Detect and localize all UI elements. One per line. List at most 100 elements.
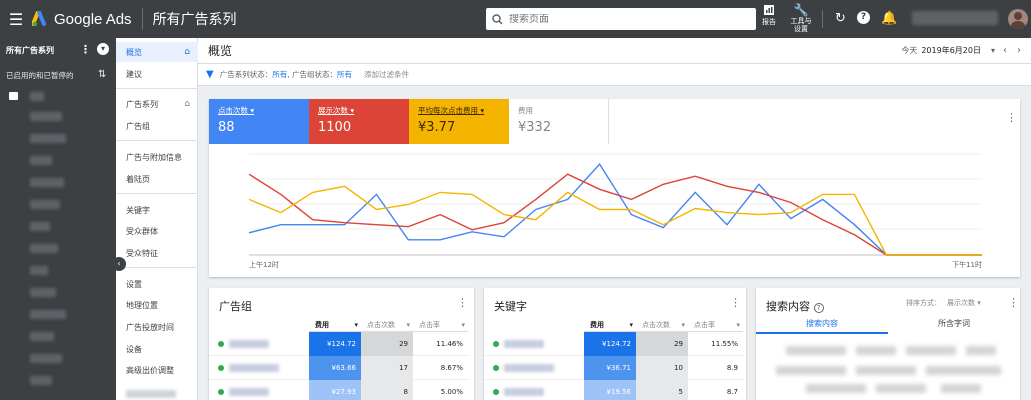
chevron-left-icon[interactable]: ‹	[1003, 45, 1007, 56]
filter-campaign-status[interactable]: 广告系列状态：所有, 广告组状态：所有	[220, 69, 352, 80]
search-term-item[interactable]	[966, 346, 996, 355]
chevron-down-icon: ▾	[461, 320, 465, 329]
list-item[interactable]	[30, 200, 60, 209]
overview-header: 概览 今天 2019年6月20日 ▾ ‹ ›	[198, 38, 1031, 64]
column-header[interactable]: 点击率 ▾	[688, 318, 743, 332]
list-item[interactable]	[30, 376, 52, 385]
tab-word-contains[interactable]: 所含字词	[888, 316, 1020, 334]
search-term-item[interactable]	[856, 346, 896, 355]
list-item[interactable]	[30, 266, 48, 275]
reports-button[interactable]: 报告	[762, 4, 776, 26]
list-item[interactable]	[30, 134, 66, 143]
account-filter[interactable]: 已启用的和已暂停的 ⇅	[0, 62, 116, 88]
status-dot	[218, 365, 224, 371]
tools-settings-button[interactable]: 🔧 工具与设置	[788, 4, 814, 34]
nav-item-cutoff[interactable]	[126, 390, 176, 398]
table-row[interactable]: ¥36.71 10 8.9	[484, 356, 744, 380]
search-term-item[interactable]	[806, 384, 866, 393]
account-panel-header[interactable]: 所有广告系列 ⋮ ▾	[0, 38, 116, 62]
metric-cost[interactable]: 费用 ¥332	[509, 99, 609, 144]
list-item[interactable]	[30, 222, 50, 231]
table-row[interactable]: ¥124.72 29 11.46%	[209, 332, 469, 356]
search-term-item[interactable]	[876, 384, 926, 393]
account-info[interactable]	[912, 11, 998, 25]
nav-item-recommendations[interactable]: 建议	[116, 64, 198, 84]
notifications-icon[interactable]: 🔔	[881, 11, 897, 26]
series-line-2[interactable]	[248, 185, 982, 256]
search-term-item[interactable]	[776, 366, 846, 375]
nav-item-overview[interactable]: 概览 ⌂	[116, 42, 198, 62]
row-name[interactable]	[229, 364, 279, 372]
row-name[interactable]	[229, 340, 269, 348]
nav-item-audiences[interactable]: 受众群体	[116, 221, 198, 241]
list-item[interactable]	[30, 354, 62, 363]
list-item[interactable]	[30, 244, 58, 253]
home-icon: ⌂	[184, 47, 190, 57]
column-header[interactable]: 点击次数 ▾	[361, 318, 413, 332]
search-term-item[interactable]	[941, 384, 981, 393]
nav-item-campaigns[interactable]: 广告系列 ⌂	[116, 94, 198, 114]
search-input[interactable]	[509, 13, 739, 25]
filter-bar[interactable]: ▼ 广告系列状态：所有, 广告组状态：所有 添加过滤条件	[198, 64, 1031, 86]
sort-icon[interactable]: ⇅	[98, 69, 106, 80]
table-row[interactable]: ¥19.56 5 8.7	[484, 380, 744, 400]
column-header[interactable]: 点击次数 ▾	[636, 318, 688, 332]
more-vert-icon[interactable]: ⋮	[80, 43, 91, 56]
list-item[interactable]	[30, 156, 52, 165]
column-header[interactable]: 费用 ▾	[309, 318, 361, 332]
chevron-down-icon[interactable]: ▾	[991, 46, 995, 55]
list-item[interactable]	[30, 310, 66, 319]
search-term-item[interactable]	[926, 366, 1001, 375]
menu-icon[interactable]: ☰	[0, 10, 32, 29]
sort-control[interactable]: 排序方式： 展示次数 ▾	[906, 298, 981, 308]
list-item[interactable]	[30, 112, 62, 121]
table-row[interactable]: ¥63.66 17 8.67%	[209, 356, 469, 380]
nav-item-adgroups[interactable]: 广告组	[116, 116, 198, 136]
collapse-panel-icon[interactable]: ‹	[112, 257, 126, 271]
table-row[interactable]: ¥124.72 29 11.55%	[484, 332, 744, 356]
google-ads-logo[interactable]: Google Ads	[32, 8, 143, 30]
chevron-down-icon[interactable]: ▾	[97, 43, 109, 55]
metric-impressions[interactable]: 展示次数 ▾ 1100	[309, 99, 409, 144]
add-filter-button[interactable]: 添加过滤条件	[364, 69, 409, 80]
nav-item-keywords[interactable]: 关键字	[116, 200, 198, 220]
more-vert-icon[interactable]: ⋮	[1008, 296, 1019, 309]
list-item[interactable]	[30, 288, 56, 297]
nav-item-ad-schedule[interactable]: 广告投放时间	[116, 317, 198, 337]
row-name[interactable]	[504, 364, 554, 372]
list-item[interactable]	[30, 178, 64, 187]
more-vert-icon[interactable]: ⋮	[730, 296, 741, 309]
help-outline-icon[interactable]: ?	[813, 303, 824, 313]
search-term-item[interactable]	[786, 346, 846, 355]
metric-avg-cpc[interactable]: 平均每次点击费用 ▾ ¥3.77	[409, 99, 509, 144]
list-item[interactable]	[30, 332, 54, 341]
list-item[interactable]	[30, 92, 44, 101]
chevron-right-icon[interactable]: ›	[1017, 45, 1021, 56]
table-row[interactable]: ¥27.93 8 5.00%	[209, 380, 469, 400]
column-header[interactable]: 费用 ▾	[584, 318, 636, 332]
help-icon[interactable]: ?	[857, 11, 870, 24]
search-term-item[interactable]	[856, 366, 916, 375]
nav-item-locations[interactable]: 地理位置	[116, 295, 198, 315]
nav-item-ads-extensions[interactable]: 广告与附加信息	[116, 147, 198, 167]
nav-item-settings[interactable]: 设置	[116, 274, 198, 294]
nav-item-devices[interactable]: 设备	[116, 339, 198, 359]
series-line-1[interactable]	[248, 173, 982, 256]
search-term-item[interactable]	[906, 346, 956, 355]
date-range-picker[interactable]: 今天 2019年6月20日 ▾ ‹ ›	[901, 45, 1021, 56]
tab-search-terms[interactable]: 搜索内容	[756, 316, 888, 334]
column-header[interactable]: 点击率 ▾	[413, 318, 468, 332]
nav-item-landing-pages[interactable]: 着陆页	[116, 169, 198, 189]
refresh-icon[interactable]: ↻	[835, 11, 846, 26]
row-name[interactable]	[229, 388, 269, 396]
avatar[interactable]	[1008, 9, 1028, 29]
row-name[interactable]	[504, 340, 544, 348]
row-name[interactable]	[504, 388, 544, 396]
metric-clicks[interactable]: 点击次数 ▾ 88	[209, 99, 309, 144]
nav-item-demographics[interactable]: 受众特征	[116, 243, 198, 263]
nav-item-advanced-bid[interactable]: 高级出价调整	[116, 360, 198, 380]
filter-icon[interactable]: ▼	[206, 69, 214, 80]
search-box[interactable]	[486, 8, 756, 30]
more-vert-icon[interactable]: ⋮	[1006, 111, 1017, 124]
more-vert-icon[interactable]: ⋮	[457, 296, 468, 309]
